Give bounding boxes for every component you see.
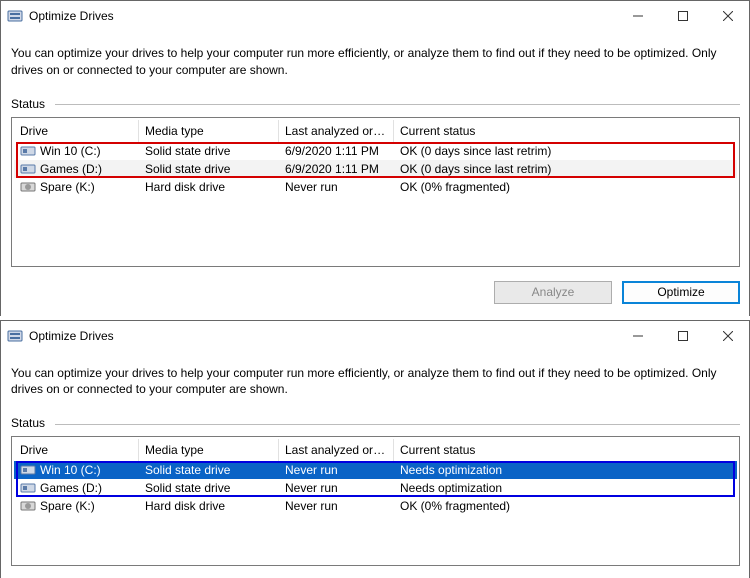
ssd-drive-icon <box>20 464 36 476</box>
drive-name: Win 10 (C:) <box>40 144 101 158</box>
description-text: You can optimize your drives to help you… <box>11 45 740 79</box>
close-button[interactable] <box>705 321 750 351</box>
col-last-analyzed[interactable]: Last analyzed or o... <box>279 439 394 461</box>
hdd-drive-icon <box>20 500 36 512</box>
last-analyzed-cell: 6/9/2020 1:11 PM <box>279 161 394 177</box>
last-analyzed-cell: Never run <box>279 480 394 496</box>
minimize-button[interactable] <box>615 1 660 31</box>
last-analyzed-cell: Never run <box>279 498 394 514</box>
current-status-cell: OK (0% fragmented) <box>394 498 737 514</box>
analyze-button[interactable]: Analyze <box>494 281 612 304</box>
status-divider <box>55 424 740 425</box>
table-header: Drive Media type Last analyzed or o... C… <box>14 120 737 142</box>
table-row[interactable]: Spare (K:) Hard disk driveNever runOK (0%… <box>14 178 737 196</box>
description-text: You can optimize your drives to help you… <box>11 365 740 399</box>
last-analyzed-cell: Never run <box>279 462 394 478</box>
ssd-drive-icon <box>20 482 36 494</box>
minimize-button[interactable] <box>615 321 660 351</box>
window-title: Optimize Drives <box>29 9 114 23</box>
media-type-cell: Hard disk drive <box>139 179 279 195</box>
drives-table: Drive Media type Last analyzed or o... C… <box>11 436 740 566</box>
window-controls <box>615 321 750 351</box>
optimize-button[interactable]: Optimize <box>622 281 740 304</box>
titlebar: Optimize Drives <box>1 321 750 351</box>
window-controls <box>615 1 750 31</box>
optimize-drives-icon <box>7 8 23 24</box>
table-row[interactable]: Win 10 (C:) Solid state driveNever runNee… <box>14 461 737 479</box>
table-row[interactable]: Win 10 (C:) Solid state drive6/9/2020 1:1… <box>14 142 737 160</box>
col-last-analyzed[interactable]: Last analyzed or o... <box>279 120 394 142</box>
col-current-status[interactable]: Current status <box>394 120 737 142</box>
drive-name: Games (D:) <box>40 162 102 176</box>
ssd-drive-icon <box>20 163 36 175</box>
drive-name: Games (D:) <box>40 481 102 495</box>
media-type-cell: Solid state drive <box>139 161 279 177</box>
last-analyzed-cell: 6/9/2020 1:11 PM <box>279 143 394 159</box>
media-type-cell: Solid state drive <box>139 480 279 496</box>
drives-table: Drive Media type Last analyzed or o... C… <box>11 117 740 267</box>
ssd-drive-icon <box>20 145 36 157</box>
table-row[interactable]: Games (D:) Solid state driveNever runNeed… <box>14 479 737 497</box>
optimize-drives-window-top: Optimize Drives You can optimize your dr… <box>0 0 750 316</box>
drive-name: Win 10 (C:) <box>40 463 101 477</box>
window-title: Optimize Drives <box>29 329 114 343</box>
maximize-button[interactable] <box>660 321 705 351</box>
media-type-cell: Solid state drive <box>139 462 279 478</box>
last-analyzed-cell: Never run <box>279 179 394 195</box>
col-drive[interactable]: Drive <box>14 439 139 461</box>
col-drive[interactable]: Drive <box>14 120 139 142</box>
current-status-cell: OK (0% fragmented) <box>394 179 737 195</box>
media-type-cell: Solid state drive <box>139 143 279 159</box>
current-status-cell: OK (0 days since last retrim) <box>394 143 737 159</box>
table-row[interactable]: Spare (K:) Hard disk driveNever runOK (0%… <box>14 497 737 515</box>
maximize-button[interactable] <box>660 1 705 31</box>
hdd-drive-icon <box>20 181 36 193</box>
table-header: Drive Media type Last analyzed or o... C… <box>14 439 737 461</box>
col-media-type[interactable]: Media type <box>139 120 279 142</box>
col-media-type[interactable]: Media type <box>139 439 279 461</box>
table-row[interactable]: Games (D:) Solid state drive6/9/2020 1:11… <box>14 160 737 178</box>
media-type-cell: Hard disk drive <box>139 498 279 514</box>
current-status-cell: Needs optimization <box>394 462 737 478</box>
status-label: Status <box>11 97 45 111</box>
drive-name: Spare (K:) <box>40 499 95 513</box>
current-status-cell: OK (0 days since last retrim) <box>394 161 737 177</box>
titlebar: Optimize Drives <box>1 1 750 31</box>
status-label: Status <box>11 416 45 430</box>
current-status-cell: Needs optimization <box>394 480 737 496</box>
optimize-drives-icon <box>7 328 23 344</box>
status-divider <box>55 104 740 105</box>
close-button[interactable] <box>705 1 750 31</box>
drive-name: Spare (K:) <box>40 180 95 194</box>
col-current-status[interactable]: Current status <box>394 439 737 461</box>
optimize-drives-window-bottom: Optimize Drives You can optimize your dr… <box>0 320 750 578</box>
